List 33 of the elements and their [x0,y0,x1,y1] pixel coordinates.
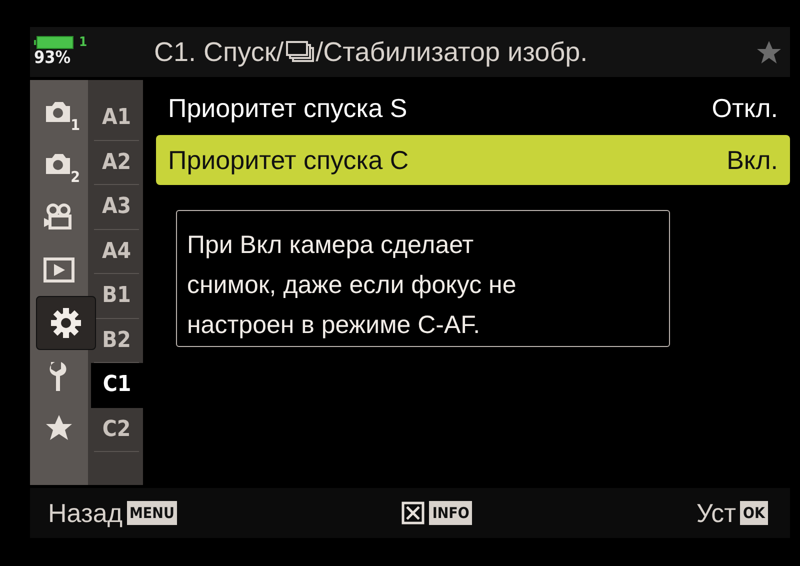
tab-number: 1 [70,116,80,134]
submenu-tab[interactable]: A1 [94,96,139,140]
tab-number: 2 [70,168,80,186]
sequential-shooting-icon [284,41,315,63]
menu-title: C1. Спуск/ [154,36,284,68]
menu-row[interactable]: Приоритет спуска S Откл. [155,83,790,133]
key-label: INFO [429,501,472,525]
help-tooltip: При Вкл камера сделает снимок, даже если фокус не настроен в режиме C-AF. [176,210,670,347]
menu-item-label: Приоритет спуска C [168,144,409,176]
battery-icon [34,36,76,49]
card-slot-number: 1 [79,36,88,49]
submenu-tab[interactable]: A2 [94,140,139,185]
submenu-tab[interactable]: C2 [94,408,139,452]
menu-tab[interactable]: 1 [30,88,88,140]
footer-label: Назад [48,498,122,528]
menu-item-value: Откл. [712,92,778,124]
menu-tab[interactable]: 2 [30,140,88,192]
menu-title: /Стабилизатор изобр. [316,36,588,68]
submenu-tab[interactable]: B1 [94,274,139,318]
menu-item-value: Вкл. [726,144,778,176]
submenu-tab[interactable]: C1 [91,363,143,408]
star-icon [756,40,782,64]
key-label: MENU [126,501,178,525]
footer-label: Уст [696,498,736,528]
menu-item-label: Приоритет спуска S [168,92,408,124]
settings-icon [49,306,83,340]
submenu-tab[interactable]: A4 [94,230,139,274]
battery-percentage: 93% [34,49,72,68]
menu-tab[interactable] [36,296,96,350]
close-icon [401,501,426,525]
key-label: OK [740,501,768,525]
menu-row[interactable]: Приоритет спуска C Вкл. [156,135,790,185]
submenu-tab[interactable]: A3 [94,185,139,230]
